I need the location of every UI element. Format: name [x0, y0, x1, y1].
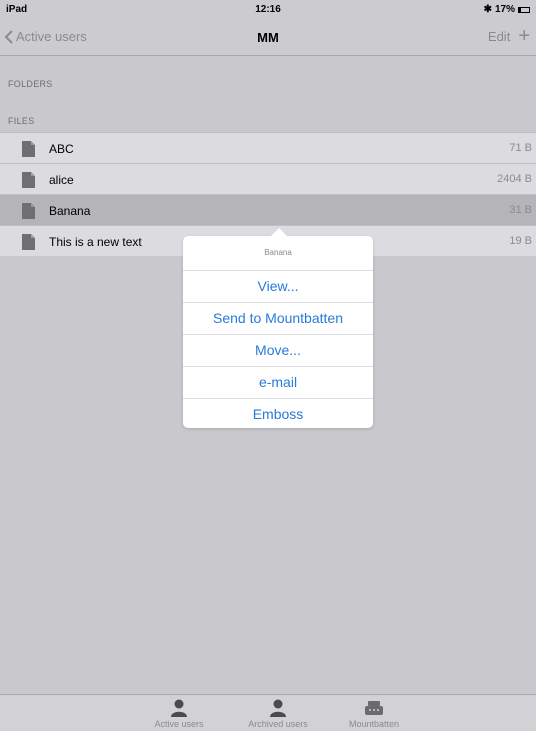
- emboss-action[interactable]: Emboss: [183, 399, 373, 430]
- file-size: 31 B: [509, 204, 532, 216]
- file-size: 19 B: [509, 235, 532, 247]
- tab-label: Active users: [154, 719, 204, 729]
- popover-title: Banana: [183, 236, 373, 271]
- section-header-files: FILES: [8, 116, 35, 126]
- section-header-folders: FOLDERS: [8, 79, 53, 89]
- document-icon: [22, 203, 35, 219]
- edit-button[interactable]: Edit: [488, 29, 510, 44]
- document-icon: [22, 234, 35, 250]
- file-action-popover: Banana View... Send to Mountbatten Move.…: [183, 228, 373, 430]
- file-row-banana[interactable]: Banana 31 B: [0, 194, 536, 225]
- tab-mountbatten[interactable]: Mountbatten: [329, 698, 419, 729]
- file-name: Banana: [49, 204, 91, 218]
- tab-label: Mountbatten: [348, 719, 400, 729]
- view-action[interactable]: View...: [183, 271, 373, 303]
- tab-bar: Active users Archived users Mountbatten: [0, 694, 536, 731]
- brailler-icon: [365, 701, 383, 715]
- status-time: 12:16: [255, 4, 281, 15]
- file-size: 71 B: [509, 142, 532, 154]
- file-name: This is a new text: [49, 235, 142, 249]
- send-to-mountbatten-action[interactable]: Send to Mountbatten: [183, 303, 373, 335]
- tab-active-users[interactable]: Active users: [134, 698, 224, 729]
- add-button[interactable]: +: [518, 26, 530, 46]
- file-name: alice: [49, 173, 74, 187]
- person-icon: [270, 699, 286, 717]
- move-action[interactable]: Move...: [183, 335, 373, 367]
- page-title: MM: [257, 30, 279, 45]
- file-name: ABC: [49, 142, 74, 156]
- tab-archived-users[interactable]: Archived users: [233, 698, 323, 729]
- battery-icon: [518, 6, 530, 13]
- email-action[interactable]: e-mail: [183, 367, 373, 399]
- battery-percent: 17%: [494, 4, 515, 15]
- status-bar: iPad 12:16 ✱ 17%: [0, 0, 536, 20]
- popover-arrow: [271, 228, 287, 236]
- navigation-bar: Active users MM Edit +: [0, 20, 536, 56]
- person-icon: [171, 699, 187, 717]
- file-row-alice[interactable]: alice 2404 B: [0, 163, 536, 194]
- file-row-abc[interactable]: ABC 71 B: [0, 132, 536, 163]
- file-size: 2404 B: [497, 173, 532, 185]
- nav-actions: Edit +: [488, 26, 530, 46]
- status-right: ✱ 17%: [484, 4, 530, 15]
- document-icon: [22, 141, 35, 157]
- tab-label: Archived users: [248, 719, 308, 729]
- bluetooth-icon: ✱: [483, 4, 492, 15]
- document-icon: [22, 172, 35, 188]
